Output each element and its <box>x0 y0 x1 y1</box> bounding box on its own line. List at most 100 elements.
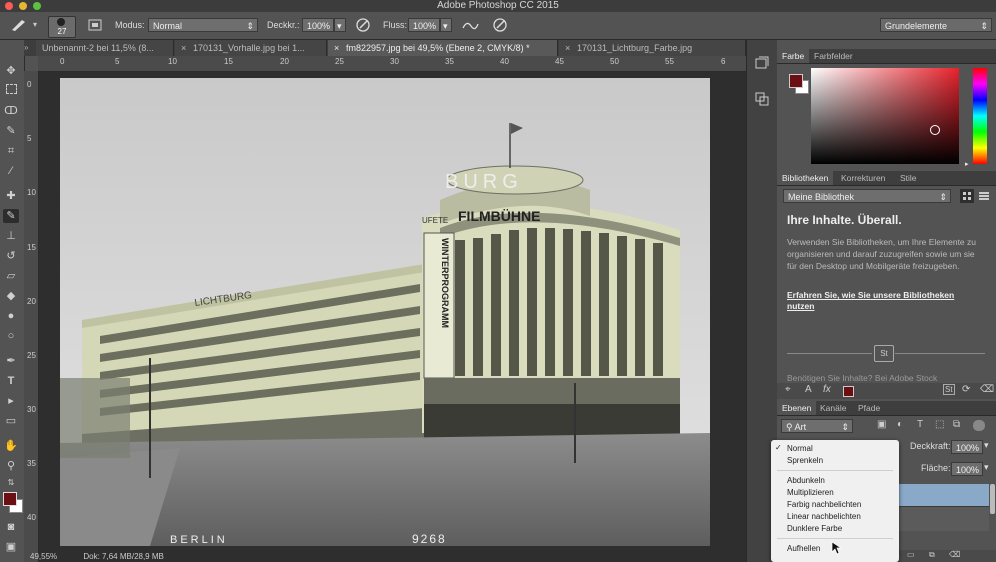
sync-icon[interactable]: ⟳ <box>962 384 970 395</box>
path-select-tool-icon[interactable]: ▸ <box>3 394 19 408</box>
filter-adjustment-layers-icon[interactable]: ◐ <box>897 419 903 430</box>
workspace-select[interactable]: Grundelemente ⇕ <box>880 18 992 32</box>
marquee-tool-icon[interactable] <box>3 84 19 98</box>
brush-tool-icon[interactable] <box>10 18 28 32</box>
blur-tool-icon[interactable]: ● <box>3 309 19 323</box>
tab-libraries[interactable]: Bibliotheken <box>777 171 834 185</box>
layer-opacity-input[interactable]: 100% <box>951 440 983 454</box>
color-picker-marker[interactable] <box>930 125 940 135</box>
menu-item-farbig-nachbelichten[interactable]: Farbig nachbelichten <box>787 500 861 509</box>
foreground-color-swatch[interactable] <box>3 492 17 506</box>
new-layer-icon[interactable]: ⧉ <box>929 550 935 560</box>
chevron-down-icon[interactable]: ▾ <box>984 462 989 473</box>
brush-tool-icon[interactable]: ✎ <box>3 209 19 223</box>
doc-tab[interactable]: × Unbenannt-2 bei 11,5% (8... <box>24 40 174 56</box>
new-group-icon[interactable]: ▭ <box>907 550 915 559</box>
shape-tool-icon[interactable]: ▭ <box>3 414 19 428</box>
eyedropper-tool-icon[interactable]: ⁄ <box>3 164 19 178</box>
eraser-tool-icon[interactable]: ▱ <box>3 269 19 283</box>
grid-view-icon[interactable] <box>960 189 974 203</box>
layer-filter-select[interactable]: ⚲ Art ⇕ <box>781 419 853 433</box>
healing-brush-tool-icon[interactable]: ✚ <box>3 189 19 203</box>
close-tab-icon[interactable]: × <box>565 40 570 56</box>
dodge-tool-icon[interactable]: ○ <box>3 329 19 343</box>
opacity-input[interactable]: 100% <box>302 18 334 32</box>
stock-text[interactable]: Benötigen Sie Inhalte? Bei Adobe Stock <box>787 373 987 383</box>
libraries-learn-link[interactable]: Erfahren Sie, wie Sie unsere Bibliotheke… <box>787 290 979 312</box>
ruler-label: 5 <box>115 57 120 66</box>
doc-tab[interactable]: × 170131_Lichtburg_Farbe.jpg <box>559 40 746 56</box>
history-brush-tool-icon[interactable]: ↺ <box>3 249 19 263</box>
swap-colors-icon[interactable]: ⇅ <box>3 476 19 490</box>
brush-panel-icon[interactable] <box>88 19 102 31</box>
brush-size-value: 27 <box>57 27 67 36</box>
filter-type-layers-icon[interactable]: T <box>917 419 923 430</box>
tab-paths[interactable]: Pfade <box>853 401 885 415</box>
paint-bucket-tool-icon[interactable]: ◆ <box>3 289 19 303</box>
add-layer-style-icon[interactable]: fx <box>823 384 831 395</box>
pen-tool-icon[interactable]: ✒ <box>3 354 19 368</box>
add-color-icon[interactable] <box>843 386 854 397</box>
clone-stamp-tool-icon[interactable]: ⊥ <box>3 229 19 243</box>
doc-tab-active[interactable]: × fm822957.jpg bei 49,5% (Ebene 2, CMYK/… <box>328 40 558 56</box>
quick-select-tool-icon[interactable]: ✎ <box>3 124 19 138</box>
library-select[interactable]: Meine Bibliothek ⇕ <box>783 189 951 203</box>
hand-tool-icon[interactable]: ✋ <box>3 439 19 453</box>
zoom-tool-icon[interactable]: ⚲ <box>3 459 19 473</box>
properties-panel-icon[interactable] <box>755 92 769 108</box>
filter-pixel-layers-icon[interactable]: ▣ <box>877 419 886 430</box>
quick-mask-icon[interactable]: ◙ <box>3 520 19 534</box>
tabs-collapse-icon[interactable]: » <box>24 40 36 56</box>
lasso-tool-icon[interactable]: ↀ <box>3 104 19 118</box>
tab-styles[interactable]: Stile <box>895 171 922 185</box>
close-tab-icon[interactable]: × <box>181 40 186 56</box>
filter-toggle[interactable] <box>973 420 985 431</box>
color-field[interactable] <box>811 68 959 164</box>
menu-item-normal[interactable]: Normal <box>787 444 813 453</box>
hue-slider[interactable] <box>973 68 987 164</box>
tab-swatches[interactable]: Farbfelder <box>809 49 858 63</box>
filter-smart-objects-icon[interactable]: ⧉ <box>953 419 960 430</box>
layer-fill-input[interactable]: 100% <box>951 462 983 476</box>
add-character-style-icon[interactable]: A <box>805 384 812 395</box>
move-tool-icon[interactable]: ✥ <box>3 64 19 78</box>
airbrush-icon[interactable] <box>461 18 479 32</box>
status-zoom[interactable]: 49,55% <box>30 552 57 561</box>
layers-scrollbar[interactable] <box>990 484 995 514</box>
flow-input[interactable]: 100% <box>408 18 440 32</box>
type-tool-icon[interactable]: T <box>3 374 19 388</box>
opacity-dropdown-button[interactable]: ▾ <box>334 18 346 32</box>
tab-channels[interactable]: Kanäle <box>815 401 851 415</box>
chevron-down-icon[interactable]: ▾ <box>984 440 989 451</box>
close-tab-icon[interactable]: × <box>334 40 339 56</box>
crop-tool-icon[interactable]: ⌗ <box>3 144 19 158</box>
tab-color[interactable]: Farbe <box>777 49 810 63</box>
delete-layer-icon[interactable]: ⌫ <box>949 550 960 559</box>
menu-item-sprenkeln[interactable]: Sprenkeln <box>787 456 823 465</box>
filter-shape-layers-icon[interactable]: ⬚ <box>935 419 944 430</box>
history-panel-icon[interactable] <box>755 56 769 72</box>
menu-item-aufhellen[interactable]: Aufhellen <box>787 544 820 553</box>
selected-layer-row[interactable] <box>897 484 989 506</box>
stock-search-icon[interactable]: St <box>943 384 955 395</box>
pressure-size-icon[interactable] <box>492 17 508 33</box>
document-image[interactable]: BURG UFETE FILMBÜHNE WINTERPROGRAMM LICH… <box>60 78 710 546</box>
tool-preset-dropdown-icon[interactable]: ▾ <box>33 20 37 29</box>
doc-tab[interactable]: × 170131_Vorhalle.jpg bei 1... <box>175 40 327 56</box>
mode-select[interactable]: Normal ⇕ <box>148 18 258 32</box>
flow-dropdown-button[interactable]: ▾ <box>440 18 452 32</box>
trash-icon[interactable]: ⌫ <box>980 384 994 395</box>
tab-layers[interactable]: Ebenen <box>777 401 817 415</box>
layer-row[interactable] <box>897 506 989 531</box>
tab-adjustments[interactable]: Korrekturen <box>836 171 890 185</box>
menu-item-multiplizieren[interactable]: Multiplizieren <box>787 488 834 497</box>
foreground-color-swatch[interactable] <box>789 74 803 88</box>
menu-item-abdunkeln[interactable]: Abdunkeln <box>787 476 825 485</box>
screen-mode-icon[interactable]: ▣ <box>3 540 19 554</box>
menu-item-dunklere-farbe[interactable]: Dunklere Farbe <box>787 524 842 533</box>
pressure-opacity-icon[interactable] <box>355 17 371 33</box>
list-view-icon[interactable] <box>977 189 991 203</box>
menu-item-linear-nachbelichten[interactable]: Linear nachbelichten <box>787 512 861 521</box>
brush-preset-picker[interactable]: 27 <box>48 16 76 38</box>
add-graphic-icon[interactable]: ⌖ <box>785 384 791 395</box>
